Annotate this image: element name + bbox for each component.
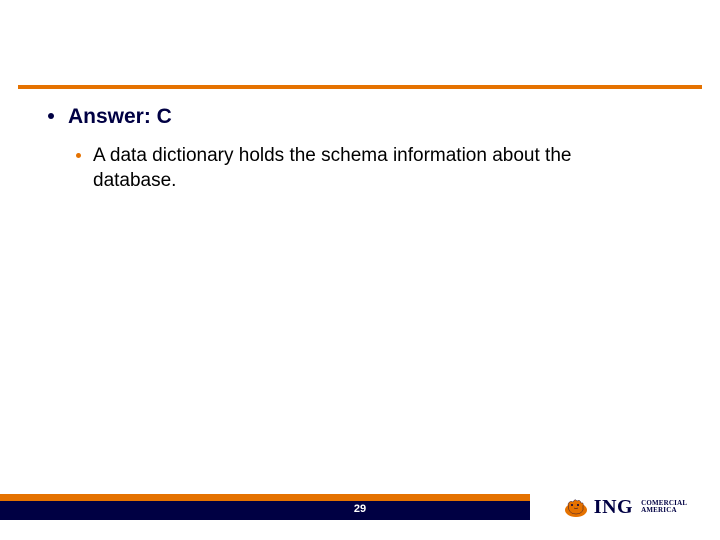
answer-heading: Answer: C: [68, 104, 172, 130]
brand-sub-line2: AMERICA: [641, 507, 687, 514]
bullet-icon: [48, 113, 54, 119]
bullet-level1: Answer: C: [48, 104, 672, 130]
top-divider: [18, 85, 702, 89]
bullet-icon: [76, 153, 81, 158]
slide-content: Answer: C A data dictionary holds the sc…: [48, 104, 672, 202]
lion-icon: [563, 496, 589, 518]
brand-name: ING: [594, 496, 633, 519]
brand-subtitle: COMERCIAL AMERICA: [641, 500, 687, 514]
bullet-level2: A data dictionary holds the schema infor…: [76, 144, 672, 193]
brand-logo: ING COMERCIAL AMERICA: [563, 496, 687, 519]
answer-detail: A data dictionary holds the schema infor…: [93, 144, 633, 193]
slide-footer: 29 ING COMERCIAL AMERICA: [0, 494, 720, 520]
footer-logo-block: ING COMERCIAL AMERICA: [530, 494, 720, 520]
